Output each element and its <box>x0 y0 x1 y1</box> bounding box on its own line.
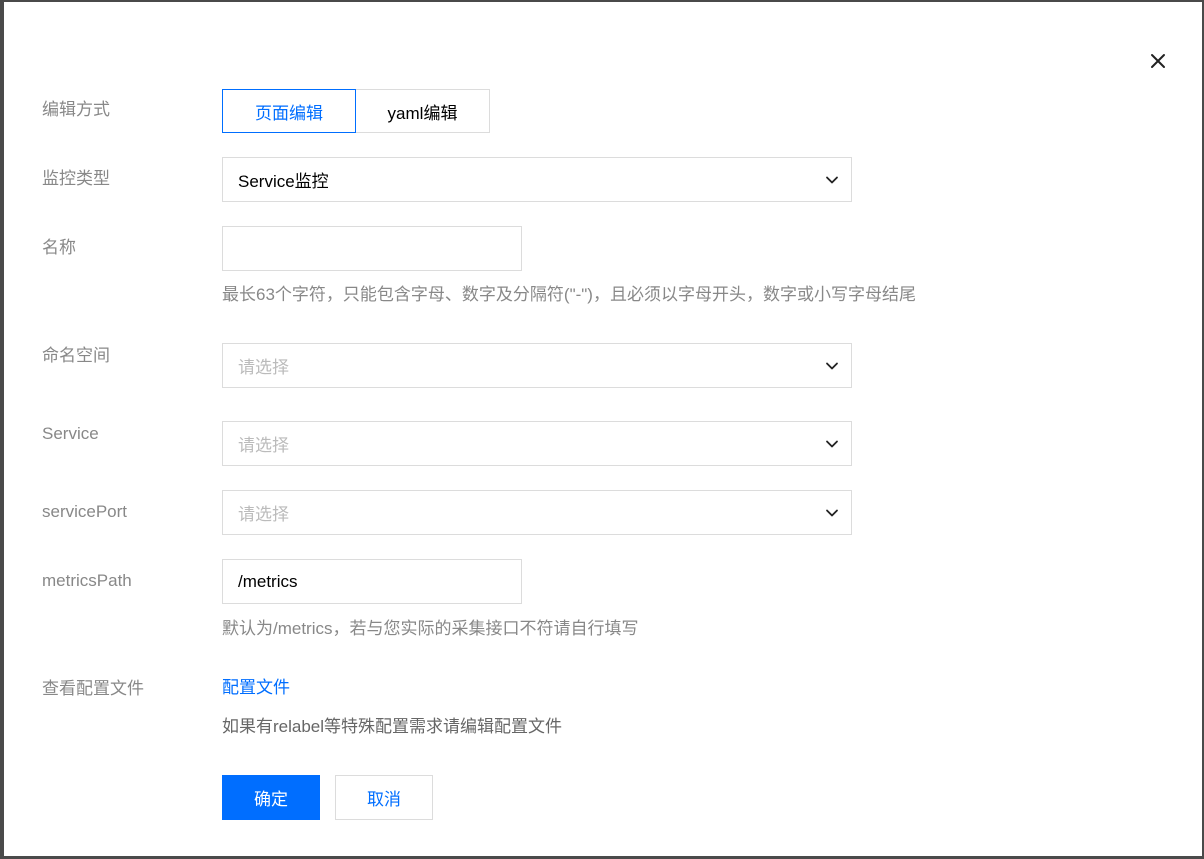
name-input[interactable] <box>222 226 522 271</box>
config-file-note: 如果有relabel等特殊配置需求请编辑配置文件 <box>222 717 563 736</box>
create-monitor-dialog: 编辑方式 页面编辑 yaml编辑 监控类型 Service监控 名称 最长63个… <box>4 2 1202 856</box>
chevron-down-icon <box>826 176 838 183</box>
cancel-button[interactable]: 取消 <box>335 775 433 820</box>
name-hint: 最长63个字符，只能包含字母、数字及分隔符("-")，且必须以字母开头，数字或小… <box>222 285 916 304</box>
monitor-type-label: 监控类型 <box>42 169 110 188</box>
config-file-label: 查看配置文件 <box>42 679 144 698</box>
service-port-select[interactable]: 请选择 <box>222 490 852 535</box>
edit-mode-page-tab[interactable]: 页面编辑 <box>222 89 356 133</box>
monitor-type-value: Service监控 <box>238 172 329 191</box>
confirm-button[interactable]: 确定 <box>222 775 320 820</box>
edit-mode-yaml-tab[interactable]: yaml编辑 <box>355 89 490 133</box>
service-label: Service <box>42 424 99 443</box>
namespace-placeholder: 请选择 <box>238 358 289 377</box>
config-file-link[interactable]: 配置文件 <box>222 678 290 698</box>
metrics-path-hint: 默认为/metrics，若与您实际的采集接口不符请自行填写 <box>222 619 639 638</box>
namespace-label: 命名空间 <box>42 346 110 365</box>
service-placeholder: 请选择 <box>238 436 289 455</box>
chevron-down-icon <box>826 362 838 369</box>
service-port-placeholder: 请选择 <box>238 505 289 524</box>
edit-mode-label: 编辑方式 <box>42 100 110 119</box>
service-select[interactable]: 请选择 <box>222 421 852 466</box>
chevron-down-icon <box>826 509 838 516</box>
close-icon[interactable] <box>1147 50 1169 72</box>
metrics-path-label: metricsPath <box>42 571 132 590</box>
chevron-down-icon <box>826 440 838 447</box>
namespace-select[interactable]: 请选择 <box>222 343 852 388</box>
metrics-path-input[interactable]: /metrics <box>222 559 522 604</box>
monitor-type-select[interactable]: Service监控 <box>222 157 852 202</box>
name-label: 名称 <box>42 238 76 257</box>
service-port-label: servicePort <box>42 502 128 521</box>
